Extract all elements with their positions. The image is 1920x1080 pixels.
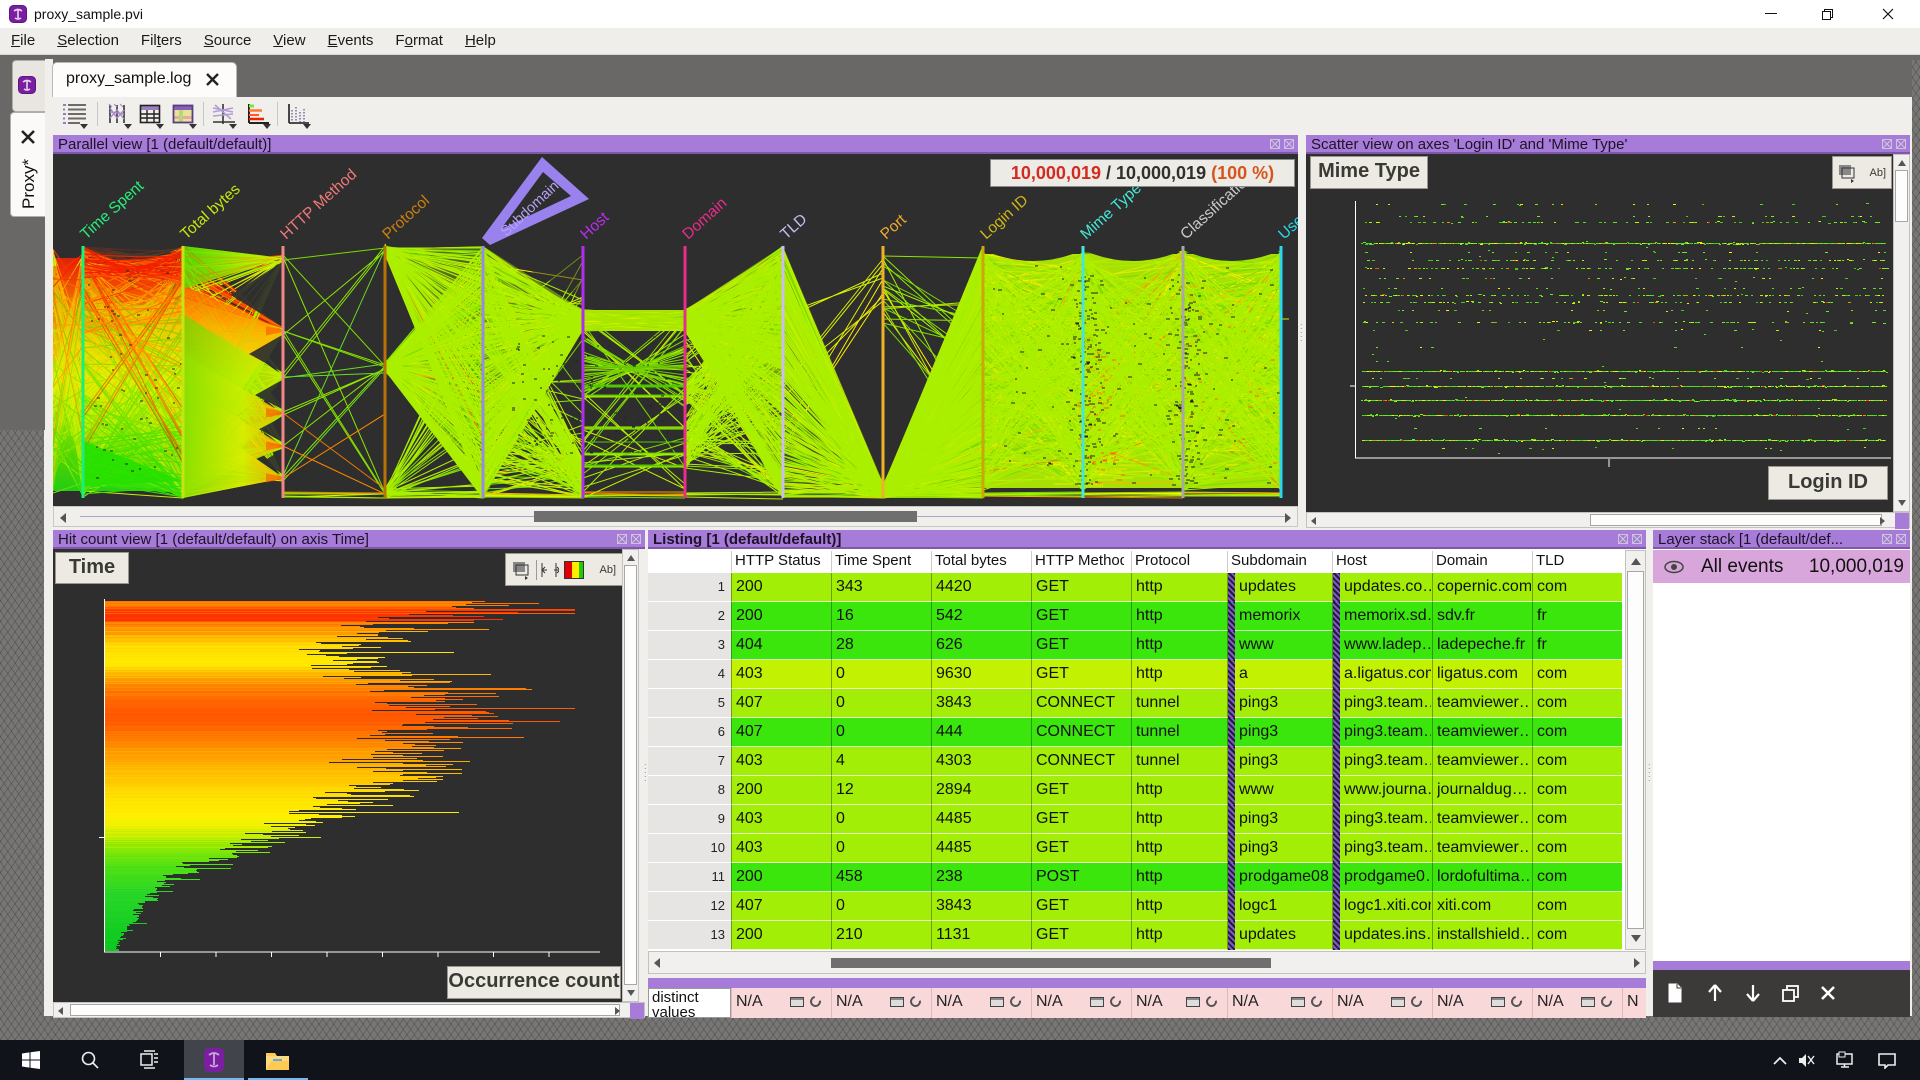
svg-text:Mime Type: Mime Type	[1077, 180, 1145, 243]
svg-text:Domain: Domain	[679, 195, 730, 243]
svg-text:Total bytes: Total bytes	[177, 181, 244, 243]
svg-text:TLD: TLD	[777, 211, 810, 243]
svg-text:Protocol: Protocol	[379, 192, 433, 243]
svg-text:Port: Port	[877, 211, 910, 243]
svg-text:Login ID: Login ID	[977, 192, 1031, 243]
svg-text:Host: Host	[577, 209, 613, 243]
svg-text:Time Spent: Time Spent	[77, 177, 147, 243]
svg-text:User Agent: User Agent	[1275, 179, 1298, 243]
svg-text:HTTP Method: HTTP Method	[277, 166, 360, 243]
